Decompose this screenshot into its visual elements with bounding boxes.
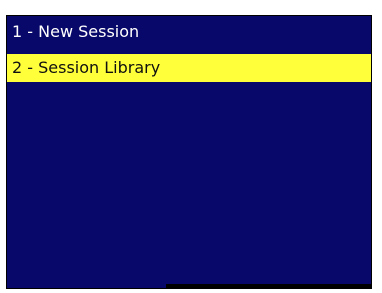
menu-item-new-session[interactable]: 1 - New Session: [7, 18, 371, 46]
menu-item-session-library[interactable]: 2 - Session Library: [7, 54, 371, 82]
bottom-strip: [166, 284, 371, 288]
screen: 1 - New Session 2 - Session Library: [0, 0, 382, 293]
session-menu: 1 - New Session 2 - Session Library: [6, 15, 372, 289]
